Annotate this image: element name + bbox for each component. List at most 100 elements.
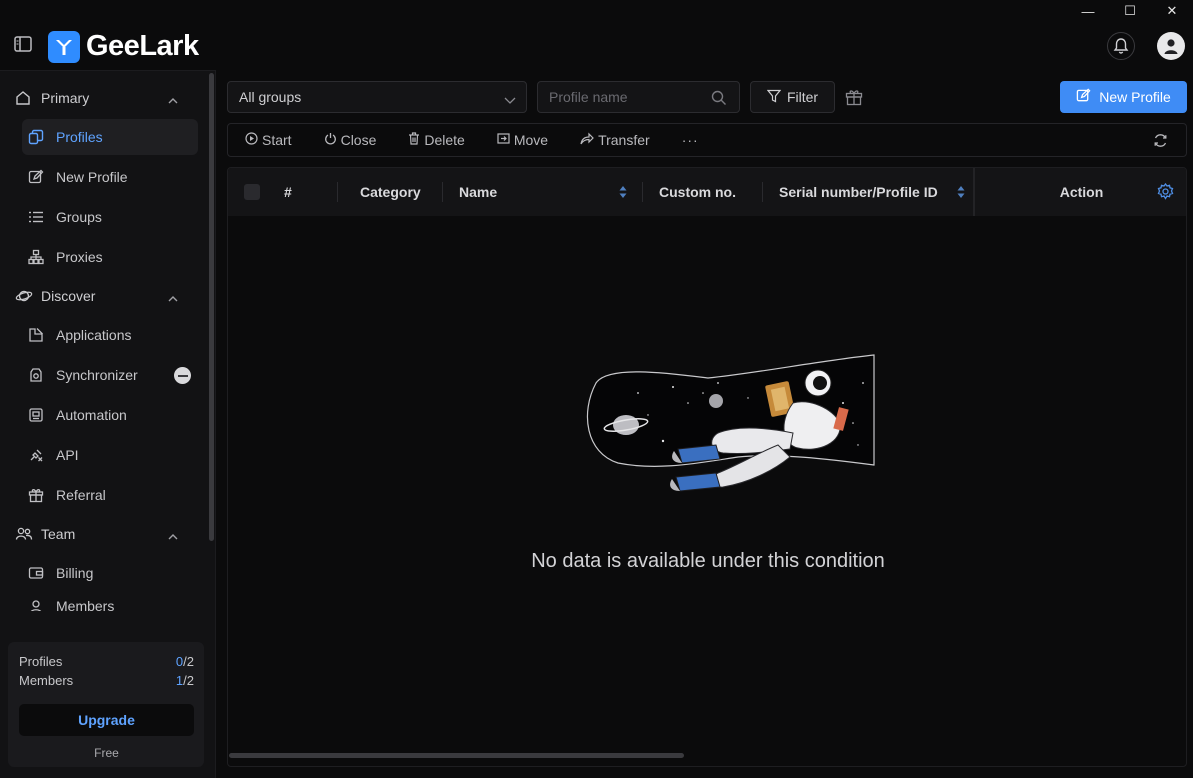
sidebar-item-label: Automation [56,407,127,423]
column-action: Action [973,168,1186,216]
sidebar-item-automation[interactable]: Automation [0,395,208,435]
transfer-button[interactable]: Transfer [580,132,650,148]
settings-gear-icon[interactable] [1157,182,1174,203]
quota-label: Profiles [19,654,63,669]
column-label: Custom no. [659,184,736,200]
profiles-quota: Profiles 0/2 [19,654,194,673]
list-icon [28,208,46,226]
sidebar-item-label: Synchronizer [56,367,138,383]
search-box [537,81,740,113]
profiles-icon [28,128,46,146]
wallet-icon [28,564,46,582]
quota-label: Members [19,673,74,688]
section-primary[interactable]: Primary [0,79,208,117]
sidebar-scrollbar[interactable] [209,73,214,541]
column-custom-no: Custom no. [643,168,763,216]
notification-bell-icon[interactable] [1107,32,1135,60]
app-logo: GeeLark [48,30,199,63]
share-icon [580,132,594,148]
more-actions-button[interactable]: ··· [682,132,699,148]
synchronizer-icon [28,366,46,384]
action-label: Move [513,132,549,148]
sidebar-item-referral[interactable]: Referral [0,475,208,515]
column-category: Category [338,168,443,216]
column-label: Name [459,184,498,200]
sidebar-nav: Primary Profiles New Profile Groups Prox… [0,79,208,611]
table-header: # Category Name Custom no. Serial number… [228,168,1186,216]
filter-icon [766,89,782,106]
filter-button[interactable]: Filter [750,81,835,113]
quota-value: 1/2 [176,673,194,692]
profile-name-search-input[interactable] [538,82,698,112]
sidebar-toggle-icon[interactable] [14,36,32,52]
start-button[interactable]: Start [245,132,292,148]
sidebar-item-profiles[interactable]: Profiles [22,119,198,155]
sidebar-item-new-profile[interactable]: New Profile [0,157,208,197]
section-label: Discover [41,288,96,304]
action-label: Start [262,132,292,148]
column-serial-number[interactable]: Serial number/Profile ID [763,168,973,216]
sidebar-item-proxies[interactable]: Proxies [0,237,208,277]
group-select[interactable]: All groups [227,81,527,113]
team-icon [15,525,33,543]
sidebar-item-label: Billing [56,565,94,581]
edit-icon [1076,88,1091,106]
sidebar-item-applications[interactable]: Applications [0,315,208,355]
action-bar: Start Close Delete Move Transfer ··· [227,123,1187,157]
quota-value: 0/2 [176,654,194,673]
sort-icon[interactable] [957,185,965,202]
action-label: Transfer [598,132,650,148]
sidebar-item-synchronizer[interactable]: Synchronizer [0,355,208,395]
sidebar-item-label: Members [56,598,115,611]
section-label: Team [41,526,76,542]
refresh-icon[interactable] [1153,133,1168,153]
sidebar-item-groups[interactable]: Groups [0,197,208,237]
action-label: Close [340,132,377,148]
upgrade-button[interactable]: Upgrade [19,704,194,736]
close-button[interactable]: Close [324,132,377,148]
sort-icon[interactable] [619,185,627,202]
chevron-up-icon [168,92,178,108]
sidebar-item-members[interactable]: Members [0,593,208,611]
power-icon [324,132,337,148]
minimize-button[interactable]: — [1067,0,1109,22]
edit-icon [28,168,46,186]
sidebar-item-billing[interactable]: Billing [0,553,208,593]
geelark-logo-icon [48,30,80,63]
sidebar-item-label: New Profile [56,169,128,185]
chevron-up-icon [168,528,178,544]
close-window-button[interactable]: ✕ [1151,0,1193,22]
section-team[interactable]: Team [0,515,208,553]
section-discover[interactable]: Discover [0,277,208,315]
main-content: All groups Filter New Profile Start Clos… [217,70,1193,778]
quota-total: /2 [183,654,194,669]
quota-total: /2 [183,673,194,688]
new-profile-button[interactable]: New Profile [1060,81,1187,113]
maximize-button[interactable]: ☐ [1109,0,1151,22]
sidebar-item-api[interactable]: API [0,435,208,475]
sidebar-item-label: Referral [56,487,106,503]
play-icon [245,132,258,148]
home-icon [15,89,33,107]
plan-tier: Free [94,746,119,760]
column-index: # [268,168,338,216]
gift-icon[interactable] [845,88,863,111]
planet-icon [15,287,33,305]
search-icon[interactable] [711,90,727,111]
empty-state-message: No data is available under this conditio… [531,550,885,572]
select-all-checkbox-cell [244,168,268,216]
select-all-checkbox[interactable] [244,184,260,200]
gift-icon [28,486,46,504]
delete-button[interactable]: Delete [408,132,465,148]
column-name[interactable]: Name [443,168,643,216]
horizontal-scrollbar[interactable] [229,753,684,758]
user-avatar-icon[interactable] [1157,32,1185,60]
trash-icon [408,132,420,148]
section-label: Primary [41,90,90,106]
members-quota: Members 1/2 [19,673,194,692]
move-button[interactable]: Move [497,132,548,148]
sidebar-item-label: Profiles [56,129,103,145]
network-icon [28,248,46,266]
toolbar: All groups Filter New Profile [227,81,1187,113]
top-bar: GeeLark [0,22,1193,70]
